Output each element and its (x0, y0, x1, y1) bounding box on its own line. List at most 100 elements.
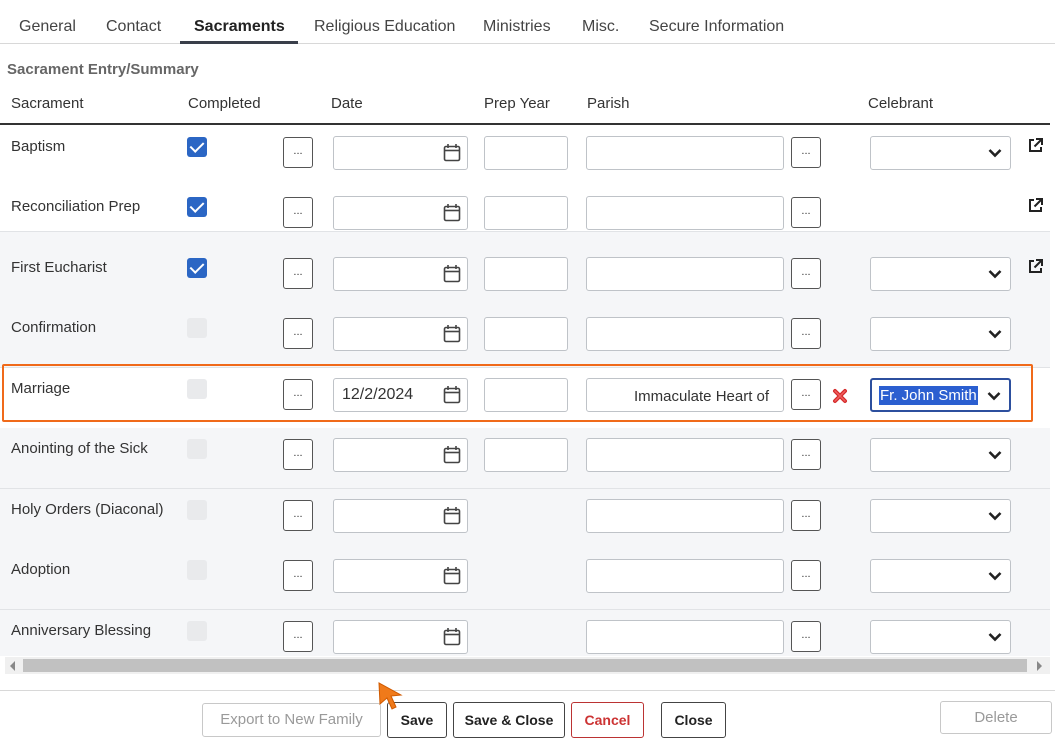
prep-year-input[interactable] (484, 317, 568, 351)
parish-lookup-button[interactable]: ... (791, 500, 821, 531)
external-link-icon[interactable] (1027, 137, 1044, 154)
sacrament-name: Baptism (11, 138, 66, 155)
celebrant-select[interactable] (870, 499, 1011, 533)
celebrant-select[interactable] (870, 438, 1011, 472)
parish-input[interactable] (586, 196, 784, 230)
delete-button[interactable]: Delete (940, 701, 1052, 734)
sacrament-lookup-button[interactable]: ... (283, 197, 313, 228)
date-input[interactable]: 12/2/2024 (333, 378, 468, 412)
sacrament-lookup-button[interactable]: ... (283, 560, 313, 591)
header-completed: Completed (188, 95, 261, 112)
completed-checkbox[interactable] (187, 621, 207, 641)
parish-input[interactable] (586, 620, 784, 654)
date-input[interactable] (333, 559, 468, 593)
sacrament-lookup-button[interactable]: ... (283, 137, 313, 168)
table-row: Reconciliation Prep ... ... (0, 186, 1050, 232)
parish-lookup-button[interactable]: ... (791, 560, 821, 591)
calendar-icon[interactable] (443, 506, 461, 525)
sacrament-lookup-button[interactable]: ... (283, 621, 313, 652)
tab-contact[interactable]: Contact (106, 18, 161, 36)
calendar-icon[interactable] (443, 324, 461, 343)
table-header: Sacrament Completed Date Prep Year Paris… (0, 88, 1050, 125)
completed-checkbox[interactable] (187, 500, 207, 520)
date-input[interactable] (333, 620, 468, 654)
header-parish: Parish (587, 95, 630, 112)
calendar-icon[interactable] (443, 143, 461, 162)
tab-ministries[interactable]: Ministries (483, 18, 551, 36)
celebrant-select[interactable]: Fr. John Smith (870, 378, 1011, 412)
sacrament-lookup-button[interactable]: ... (283, 318, 313, 349)
parish-input[interactable] (586, 257, 784, 291)
completed-checkbox[interactable] (187, 560, 207, 580)
horizontal-scrollbar[interactable] (5, 657, 1050, 674)
celebrant-select[interactable] (870, 257, 1011, 291)
parish-input[interactable] (586, 559, 784, 593)
calendar-icon[interactable] (443, 566, 461, 585)
prep-year-input[interactable] (484, 378, 568, 412)
tab-misc[interactable]: Misc. (582, 18, 619, 36)
sacrament-name: Holy Orders (Diaconal) (11, 501, 164, 518)
calendar-icon[interactable] (443, 627, 461, 646)
sacrament-lookup-button[interactable]: ... (283, 258, 313, 289)
calendar-icon[interactable] (443, 445, 461, 464)
sacrament-table: Baptism ... ... Reconciliation Prep ... … (0, 126, 1050, 656)
prep-year-input[interactable] (484, 136, 568, 170)
scroll-right-arrow-icon[interactable] (1037, 661, 1042, 671)
celebrant-select[interactable] (870, 136, 1011, 170)
parish-lookup-button[interactable]: ... (791, 439, 821, 470)
prep-year-input[interactable] (484, 257, 568, 291)
calendar-icon[interactable] (443, 264, 461, 283)
sacrament-lookup-button[interactable]: ... (283, 379, 313, 410)
celebrant-select[interactable] (870, 317, 1011, 351)
tab-secure-information[interactable]: Secure Information (649, 18, 784, 36)
prep-year-input[interactable] (484, 438, 568, 472)
celebrant-select[interactable] (870, 559, 1011, 593)
scroll-left-arrow-icon[interactable] (10, 661, 15, 671)
tab-sacraments[interactable]: Sacraments (194, 18, 285, 36)
date-input[interactable] (333, 196, 468, 230)
completed-checkbox[interactable] (187, 258, 207, 278)
calendar-icon[interactable] (443, 385, 461, 404)
parish-lookup-button[interactable]: ... (791, 258, 821, 289)
cancel-button[interactable]: Cancel (571, 702, 644, 738)
clear-parish-icon[interactable] (832, 388, 848, 404)
sacrament-lookup-button[interactable]: ... (283, 500, 313, 531)
completed-checkbox[interactable] (187, 318, 207, 338)
parish-lookup-button[interactable]: ... (791, 197, 821, 228)
parish-lookup-button[interactable]: ... (791, 621, 821, 652)
save-and-close-button[interactable]: Save & Close (453, 702, 565, 738)
sacrament-name: Marriage (11, 380, 71, 397)
tab-religious-education[interactable]: Religious Education (314, 18, 455, 36)
external-link-icon[interactable] (1027, 197, 1044, 214)
date-input[interactable] (333, 499, 468, 533)
table-row: Confirmation ... ... (0, 307, 1050, 368)
external-link-icon[interactable] (1027, 258, 1044, 275)
sacrament-lookup-button[interactable]: ... (283, 439, 313, 470)
prep-year-input[interactable] (484, 196, 568, 230)
scrollbar-thumb[interactable] (23, 659, 1027, 672)
date-input[interactable] (333, 438, 468, 472)
date-input[interactable] (333, 317, 468, 351)
tab-bar: General Contact Sacraments Religious Edu… (0, 0, 1055, 44)
date-input[interactable] (333, 136, 468, 170)
export-to-new-family-button[interactable]: Export to New Family (202, 703, 381, 737)
parish-lookup-button[interactable]: ... (791, 137, 821, 168)
parish-input[interactable] (586, 136, 784, 170)
date-input[interactable] (333, 257, 468, 291)
chevron-down-icon (988, 512, 1002, 521)
parish-lookup-button[interactable]: ... (791, 379, 821, 410)
calendar-icon[interactable] (443, 203, 461, 222)
tab-general[interactable]: General (19, 18, 76, 36)
parish-input[interactable]: Immaculate Heart of (586, 378, 784, 412)
close-button[interactable]: Close (661, 702, 726, 738)
completed-checkbox[interactable] (187, 137, 207, 157)
completed-checkbox[interactable] (187, 197, 207, 217)
parish-lookup-button[interactable]: ... (791, 318, 821, 349)
completed-checkbox[interactable] (187, 379, 207, 399)
celebrant-select[interactable] (870, 620, 1011, 654)
parish-input[interactable] (586, 499, 784, 533)
parish-input[interactable] (586, 438, 784, 472)
completed-checkbox[interactable] (187, 439, 207, 459)
parish-input[interactable] (586, 317, 784, 351)
pointer-cursor-icon (378, 682, 403, 710)
